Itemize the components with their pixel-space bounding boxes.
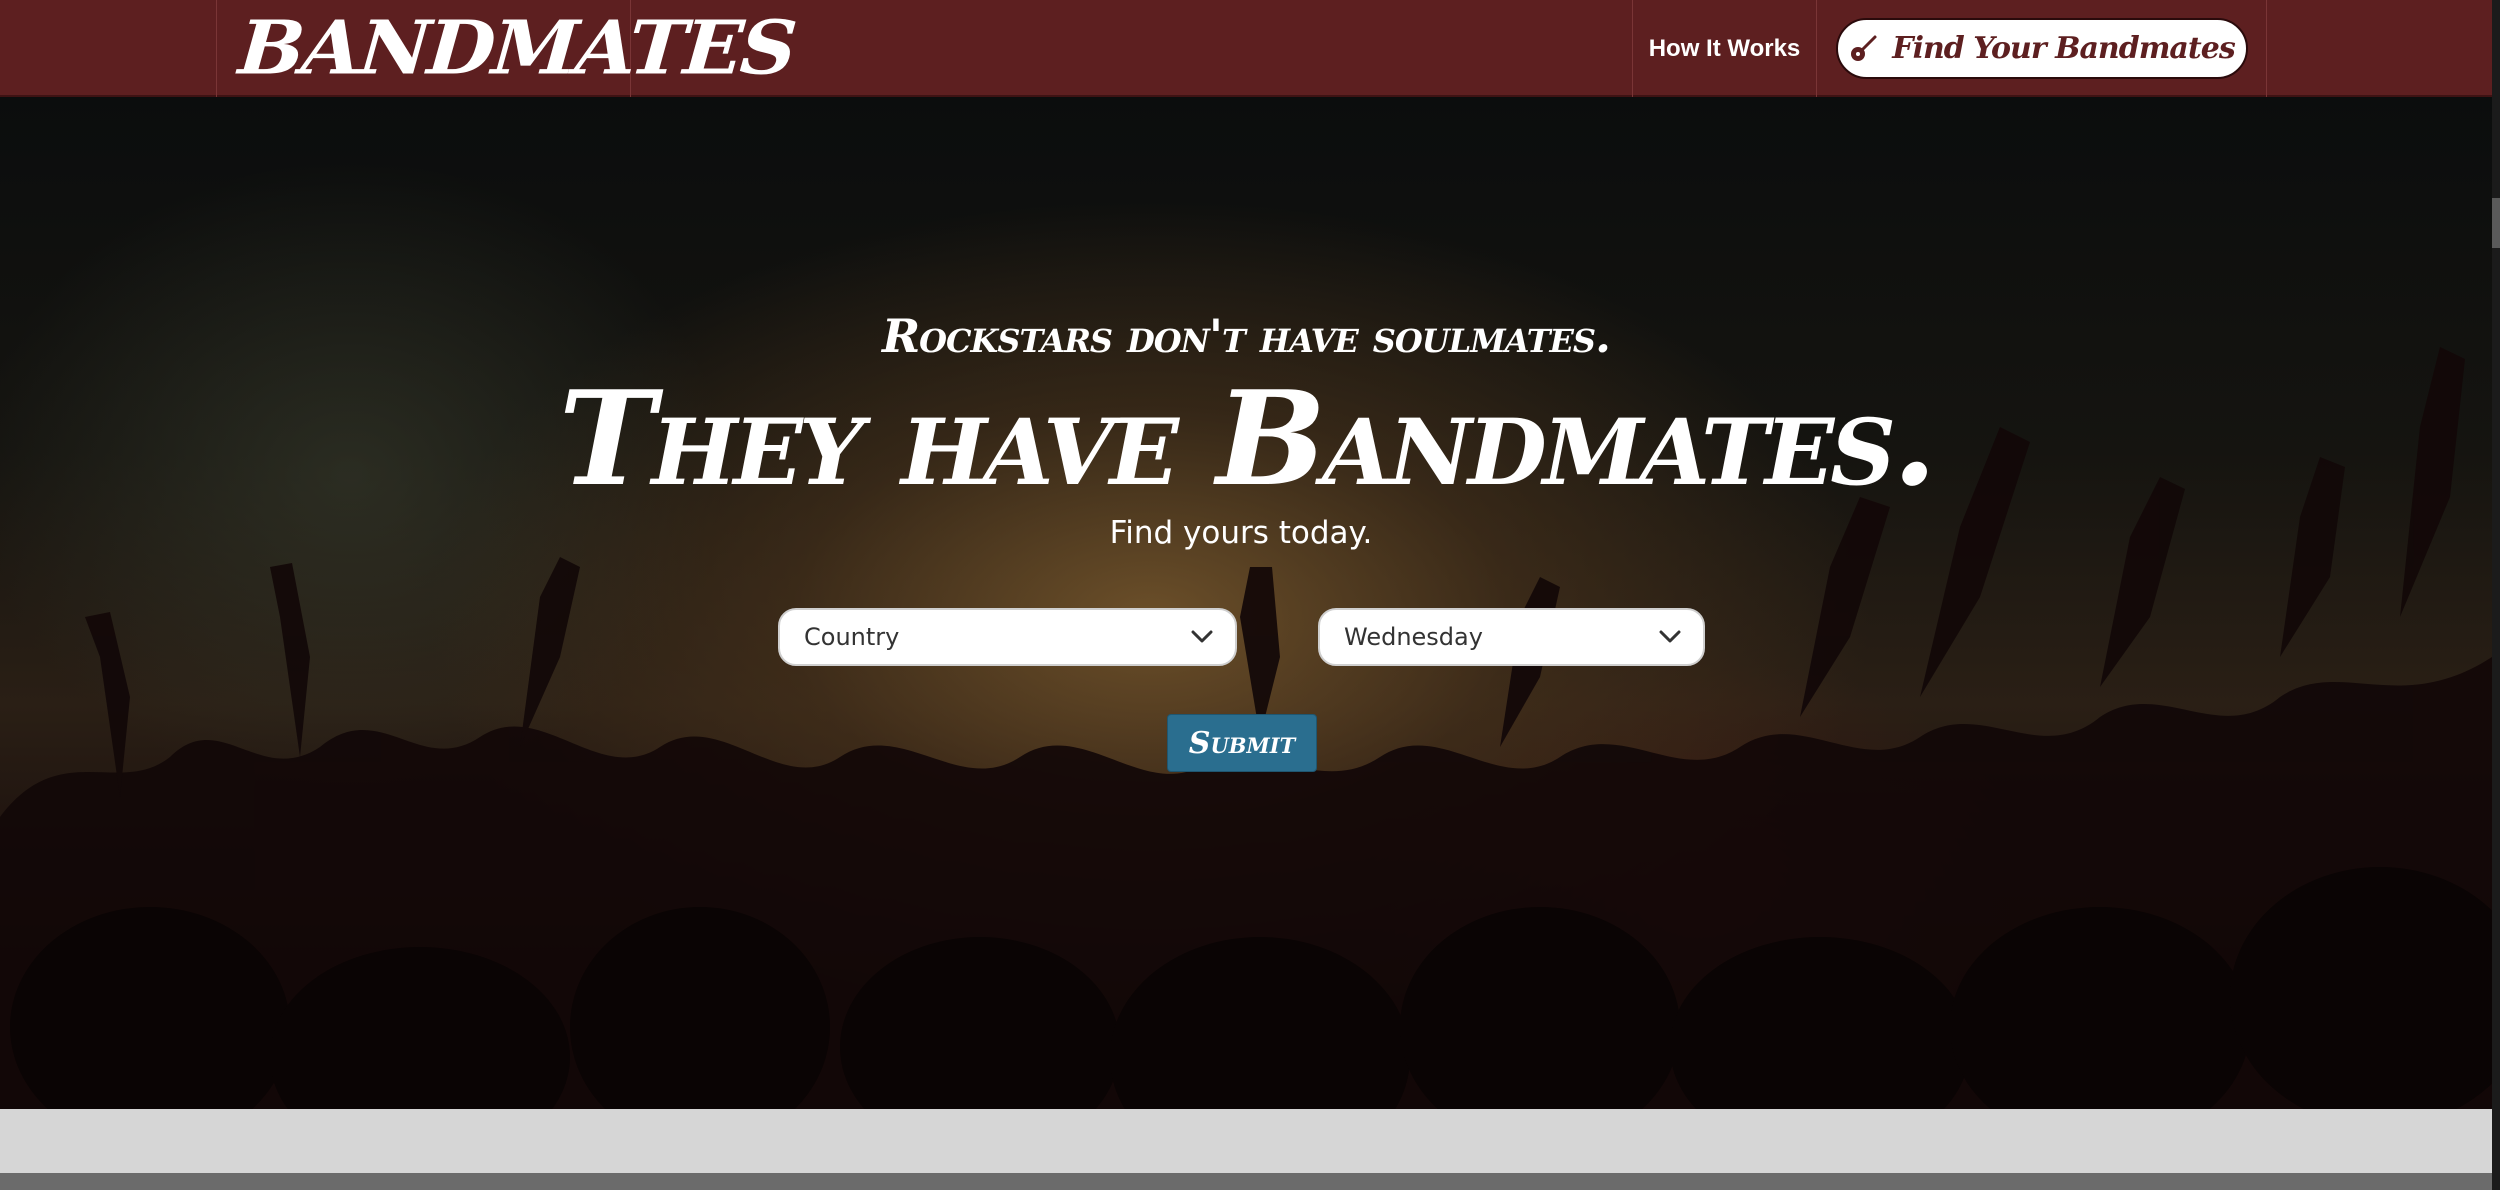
find-your-bandmates-button[interactable]: Find Your Bandmates — [1835, 18, 2248, 79]
brand-logo[interactable]: BANDMATES — [216, 0, 797, 97]
brand-name: BANDMATES — [235, 5, 797, 92]
hero-tagline: Rockstars don't have soulmates. — [881, 309, 1611, 363]
day-select[interactable]: Wednesday — [1318, 608, 1705, 666]
how-it-works-label: How It Works — [1648, 34, 1801, 62]
window-scrollbar[interactable] — [2492, 0, 2500, 1190]
page-footer-band — [0, 1109, 2492, 1173]
hero-headline: They have Bandmates. — [558, 362, 1937, 515]
submit-button[interactable]: Submit — [1167, 714, 1317, 772]
page-bottom-bar — [0, 1173, 2500, 1190]
genre-select[interactable]: Country — [778, 608, 1237, 666]
hero-subheading: Find yours today. — [1109, 515, 1373, 551]
crowd-silhouette-image — [0, 347, 2492, 1109]
guitar-icon — [1851, 35, 1877, 61]
scrollbar-thumb[interactable] — [2492, 198, 2500, 248]
submit-label: Submit — [1188, 725, 1296, 761]
how-it-works-link[interactable]: How It Works — [1632, 0, 1817, 97]
find-your-bandmates-label: Find Your Bandmates — [1892, 31, 2235, 66]
day-select-value: Wednesday — [1344, 623, 1483, 651]
nav-cta-container: Find Your Bandmates — [1817, 0, 2267, 97]
hero-section: Rockstars don't have soulmates. They hav… — [0, 97, 2492, 1109]
top-navbar: BANDMATES How It Works Find Your Bandmat… — [0, 0, 2492, 97]
chevron-down-icon — [1659, 630, 1681, 643]
genre-select-value: Country — [804, 623, 900, 651]
chevron-down-icon — [1191, 630, 1213, 643]
